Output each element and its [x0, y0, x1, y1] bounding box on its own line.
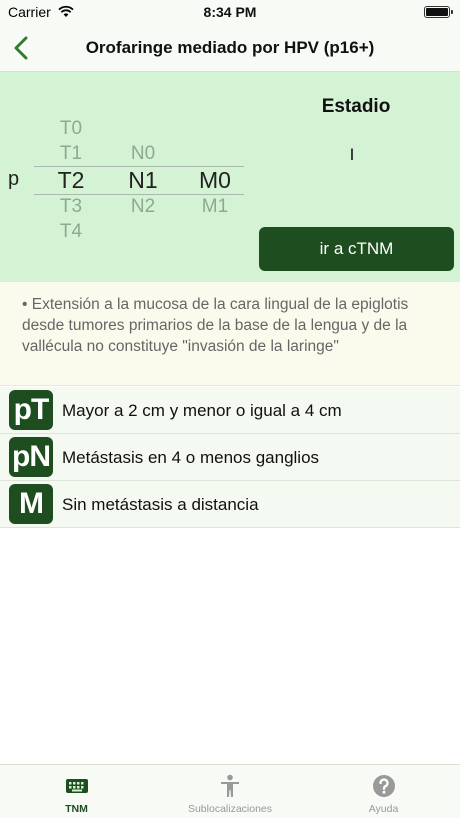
m-description: Sin metástasis a distancia [62, 495, 259, 514]
m-picker[interactable]: M0 M1 [180, 116, 250, 219]
navigation-bar: Orofaringe mediado por HPV (p16+) [0, 26, 460, 72]
pn-description: Metástasis en 4 o menos ganglios [62, 448, 320, 467]
row-m[interactable]: M Sin metástasis a distancia [0, 481, 460, 528]
m-option[interactable]: M1 [180, 194, 250, 219]
pn-badge: pN [9, 437, 53, 477]
note-text: • Extensión a la mucosa de la cara lingu… [22, 296, 409, 355]
tnm-panel: p T0 T1 T2 T3 T4 N0 N1 N2 M0 M1 Estadio … [0, 72, 460, 282]
tab-tnm-label: TNM [65, 803, 88, 815]
question-icon [372, 775, 395, 797]
t-picker[interactable]: T0 T1 T2 T3 T4 [36, 116, 106, 244]
n-picker[interactable]: N0 N1 N2 [108, 116, 178, 219]
selection-line-bottom [34, 194, 244, 195]
n-option-selected[interactable]: N1 [108, 166, 178, 194]
page-title: Orofaringe mediado por HPV (p16+) [85, 38, 375, 57]
person-icon [221, 774, 239, 797]
n-option[interactable]: N2 [108, 194, 178, 219]
t-option-selected[interactable]: T2 [36, 166, 106, 194]
row-pt[interactable]: pT Mayor a 2 cm y menor o igual a 4 cm [0, 387, 460, 434]
picker-prefix: p [8, 168, 20, 190]
tab-sublocalizaciones-label: Sublocalizaciones [187, 803, 273, 815]
go-to-ctnm-button[interactable]: ir a cTNM [259, 227, 454, 271]
stage-value: I [349, 145, 355, 164]
t-option[interactable]: T1 [36, 141, 106, 166]
pt-description: Mayor a 2 cm y menor o igual a 4 cm [62, 401, 342, 420]
battery-icon [424, 6, 453, 18]
row-pn[interactable]: pN Metástasis en 4 o menos ganglios [0, 434, 460, 481]
tab-ayuda[interactable]: Ayuda [307, 765, 460, 818]
t-option[interactable]: T0 [36, 116, 106, 141]
note-box: • Extensión a la mucosa de la cara lingu… [0, 282, 460, 386]
status-bar: Carrier 8:34 PM [0, 0, 460, 26]
m-badge: M [9, 484, 53, 524]
tab-tnm[interactable]: TNM [0, 765, 153, 818]
pt-badge: pT [9, 390, 53, 430]
t-option[interactable]: T4 [36, 219, 106, 244]
tab-ayuda-label: Ayuda [368, 803, 399, 815]
clock: 8:34 PM [203, 4, 257, 20]
selection-line-top [34, 166, 244, 167]
m-option-selected[interactable]: M0 [180, 166, 250, 194]
t-option[interactable]: T3 [36, 194, 106, 219]
stage-label: Estadio [321, 96, 391, 117]
n-option[interactable]: N0 [108, 141, 178, 166]
tab-sublocalizaciones[interactable]: Sublocalizaciones [153, 765, 307, 818]
tab-bar: TNM Sublocalizaciones Ayuda [0, 764, 460, 818]
keyboard-icon [65, 779, 88, 793]
